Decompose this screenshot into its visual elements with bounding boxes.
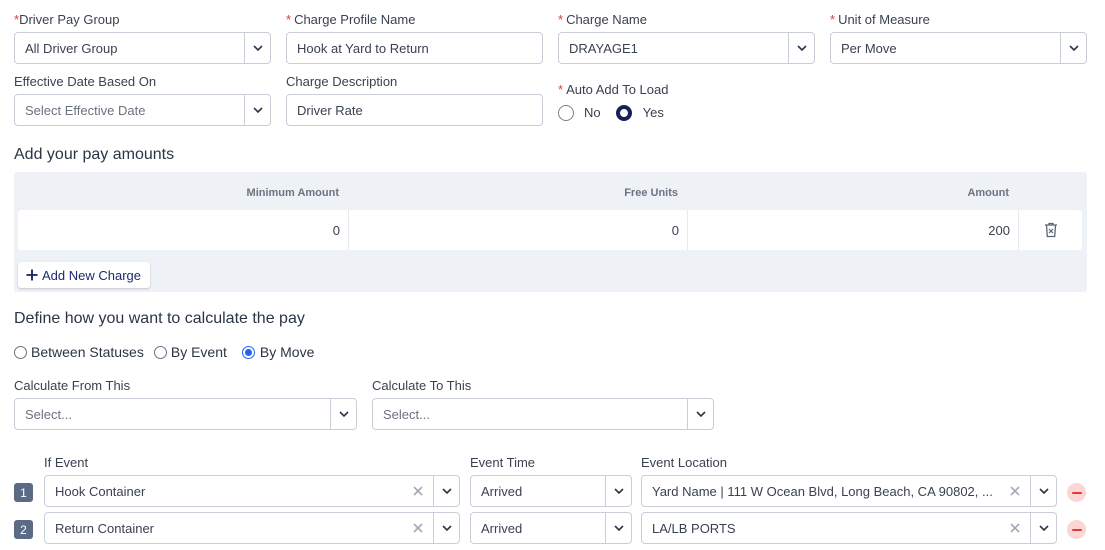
- chevron-down-icon[interactable]: [433, 513, 459, 543]
- amount-cell[interactable]: 200: [688, 210, 1019, 250]
- charge-description-label: Charge Description: [286, 74, 398, 89]
- charge-name-label: * Charge Name: [558, 12, 647, 27]
- event-index-badge: 1: [14, 483, 33, 502]
- chevron-down-icon[interactable]: [605, 476, 631, 506]
- calculation-title: Define how you want to calculate the pay: [14, 310, 305, 327]
- event-select[interactable]: Hook Container: [44, 475, 460, 507]
- chevron-down-icon[interactable]: [605, 513, 631, 543]
- charge-profile-name-input[interactable]: Hook at Yard to Return: [286, 32, 543, 64]
- free-units-cell[interactable]: 0: [349, 210, 688, 250]
- auto-add-yes-radio[interactable]: [615, 105, 632, 121]
- chevron-down-icon[interactable]: [687, 399, 713, 429]
- minimum-amount-cell[interactable]: 0: [18, 210, 349, 250]
- plus-icon: [26, 269, 38, 281]
- driver-pay-group-select[interactable]: All Driver Group: [14, 32, 271, 64]
- calc-from-select[interactable]: Select...: [14, 398, 357, 430]
- event-location-header: Event Location: [641, 455, 728, 470]
- close-icon[interactable]: [1004, 523, 1026, 533]
- if-event-header: If Event: [44, 455, 89, 470]
- event-location-select[interactable]: LA/LB PORTS: [641, 512, 1057, 544]
- chevron-down-icon[interactable]: [244, 33, 270, 63]
- pay-amounts-table: Minimum Amount Free Units Amount 0 0 200…: [14, 172, 1087, 292]
- chevron-down-icon[interactable]: [244, 95, 270, 125]
- close-icon[interactable]: [1004, 486, 1026, 496]
- event-time-header: Event Time: [470, 455, 536, 470]
- charge-profile-name-label: * Charge Profile Name: [286, 12, 416, 27]
- event-index-badge: 2: [14, 520, 33, 539]
- close-icon[interactable]: [407, 523, 429, 533]
- chevron-down-icon[interactable]: [433, 476, 459, 506]
- calculation-mode-group: Between Statuses By Event By Move: [14, 344, 314, 360]
- column-header-amount: Amount: [967, 187, 1009, 199]
- between-statuses-radio[interactable]: [14, 345, 27, 359]
- chevron-down-icon[interactable]: [1030, 513, 1056, 543]
- trash-icon[interactable]: [1019, 210, 1082, 250]
- by-move-radio[interactable]: [241, 345, 255, 359]
- chevron-down-icon[interactable]: [1030, 476, 1056, 506]
- effective-date-select[interactable]: Select Effective Date: [14, 94, 271, 126]
- unit-of-measure-select[interactable]: Per Move: [830, 32, 1087, 64]
- chevron-down-icon[interactable]: [788, 33, 814, 63]
- column-header-free-units: Free Units: [624, 187, 678, 199]
- chevron-down-icon[interactable]: [1060, 33, 1086, 63]
- charge-name-select[interactable]: DRAYAGE1: [558, 32, 815, 64]
- auto-add-label: * Auto Add To Load: [558, 82, 669, 97]
- auto-add-radio-group: No Yes: [558, 105, 664, 121]
- chevron-down-icon[interactable]: [330, 399, 356, 429]
- add-new-charge-button[interactable]: Add New Charge: [18, 262, 150, 288]
- calc-to-label: Calculate To This: [372, 378, 472, 393]
- event-time-select[interactable]: Arrived: [470, 475, 632, 507]
- pay-amounts-title: Add your pay amounts: [14, 146, 175, 163]
- auto-add-no-radio[interactable]: [558, 105, 574, 121]
- driver-pay-group-label: *Driver Pay Group: [14, 12, 120, 27]
- by-event-radio[interactable]: [153, 345, 167, 359]
- effective-date-label: Effective Date Based On: [14, 74, 157, 89]
- close-icon[interactable]: [407, 486, 429, 496]
- table-row: 0 0 200: [18, 210, 1082, 250]
- event-time-select[interactable]: Arrived: [470, 512, 632, 544]
- calc-to-select[interactable]: Select...: [372, 398, 714, 430]
- unit-of-measure-label: * Unit of Measure: [830, 12, 930, 27]
- charge-description-input[interactable]: Driver Rate: [286, 94, 543, 126]
- calc-from-label: Calculate From This: [14, 378, 131, 393]
- remove-event-button[interactable]: [1067, 520, 1086, 539]
- event-location-select[interactable]: Yard Name | 111 W Ocean Blvd, Long Beach…: [641, 475, 1057, 507]
- event-select[interactable]: Return Container: [44, 512, 460, 544]
- column-header-minimum-amount: Minimum Amount: [246, 187, 339, 199]
- remove-event-button[interactable]: [1067, 483, 1086, 502]
